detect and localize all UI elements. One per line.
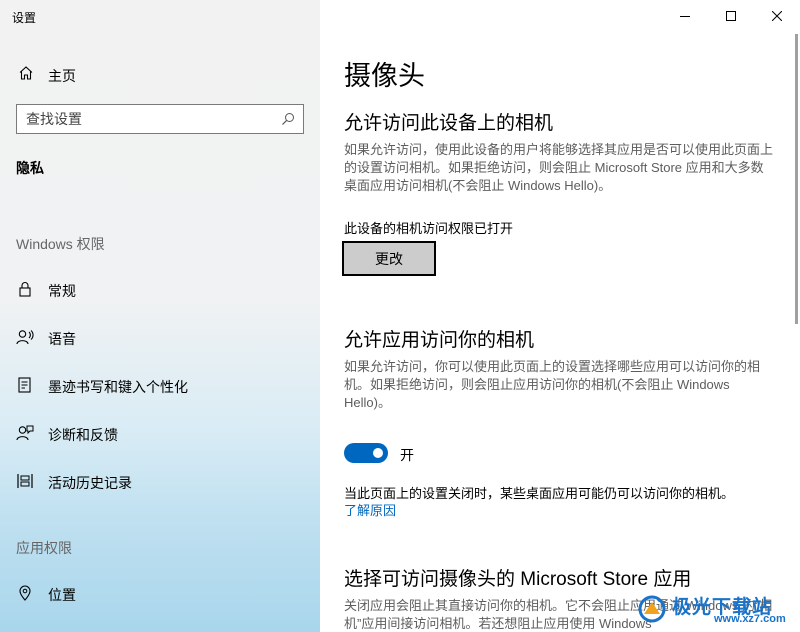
- watermark: 极光下载站 www.xz7.com: [632, 592, 792, 626]
- toggle-knob: [373, 448, 383, 458]
- sidebar-item-label: 诊断和反馈: [48, 427, 118, 443]
- toggle-state-label: 开: [400, 447, 414, 463]
- section-description-app-access: 如果允许访问，你可以使用此页面上的设置选择哪些应用可以访问你的相机。如果拒绝访问…: [344, 359, 761, 410]
- learn-why-link[interactable]: 了解原因: [344, 500, 396, 519]
- minimize-button[interactable]: [662, 0, 708, 32]
- main-content: 摄像头 允许访问此设备上的相机 如果允许访问，使用此设备的用户将能够选择其应用是…: [320, 0, 800, 632]
- search-input[interactable]: [26, 110, 266, 128]
- sidebar-item-activity-history[interactable]: 活动历史记录: [0, 464, 320, 498]
- sidebar-item-label: 位置: [48, 587, 76, 603]
- group-label-windows-permissions: Windows 权限: [16, 236, 105, 252]
- maximize-button[interactable]: [708, 0, 754, 32]
- sidebar-item-home[interactable]: 主页: [0, 58, 320, 88]
- sidebar: 设置 主页 隐私 Windows 权限 常规 语音: [0, 0, 320, 632]
- speech-icon: [16, 330, 34, 345]
- sidebar-item-general[interactable]: 常规: [0, 272, 320, 306]
- close-icon: [772, 11, 782, 21]
- home-icon: [19, 66, 33, 80]
- feedback-icon: [16, 425, 34, 441]
- activity-history-icon: [17, 474, 33, 488]
- sidebar-item-label: 主页: [48, 68, 76, 84]
- group-label-app-permissions: 应用权限: [16, 540, 72, 556]
- change-button[interactable]: 更改: [342, 241, 436, 276]
- app-access-toggle[interactable]: [344, 443, 388, 463]
- device-access-status: 此设备的相机访问权限已打开: [344, 221, 514, 236]
- section-heading-app-access: 允许应用访问你的相机: [344, 330, 535, 351]
- minimize-icon: [680, 16, 690, 17]
- watermark-logo-icon: [638, 595, 666, 623]
- section-description-device-access: 如果允许访问，使用此设备的用户将能够选择其应用是否可以使用此页面上的设置访问相机…: [344, 142, 774, 193]
- app-title: 设置: [12, 11, 37, 25]
- current-section-title: 隐私: [16, 160, 44, 176]
- sidebar-item-label: 活动历史记录: [48, 475, 132, 491]
- section-heading-device-access: 允许访问此设备上的相机: [344, 113, 554, 134]
- search-icon[interactable]: [281, 112, 295, 126]
- inking-icon: [18, 377, 31, 393]
- lock-icon: [19, 282, 31, 297]
- page-title: 摄像头: [344, 61, 425, 91]
- scrollbar[interactable]: [795, 34, 798, 324]
- search-box[interactable]: [16, 104, 304, 134]
- location-icon: [19, 585, 31, 601]
- sidebar-item-label: 语音: [48, 331, 76, 347]
- section-heading-store-apps: 选择可访问摄像头的 Microsoft Store 应用: [344, 569, 692, 590]
- sidebar-item-label: 墨迹书写和键入个性化: [48, 379, 188, 395]
- sidebar-item-label: 常规: [48, 283, 76, 299]
- sidebar-item-speech[interactable]: 语音: [0, 320, 320, 354]
- sidebar-item-inking[interactable]: 墨迹书写和键入个性化: [0, 368, 320, 402]
- sidebar-item-diagnostics[interactable]: 诊断和反馈: [0, 416, 320, 450]
- close-button[interactable]: [754, 0, 800, 32]
- desktop-apps-note: 当此页面上的设置关闭时，某些桌面应用可能仍可以访问你的相机。: [344, 486, 735, 501]
- maximize-icon: [726, 11, 736, 21]
- sidebar-item-location[interactable]: 位置: [0, 576, 320, 610]
- watermark-url: www.xz7.com: [714, 613, 786, 625]
